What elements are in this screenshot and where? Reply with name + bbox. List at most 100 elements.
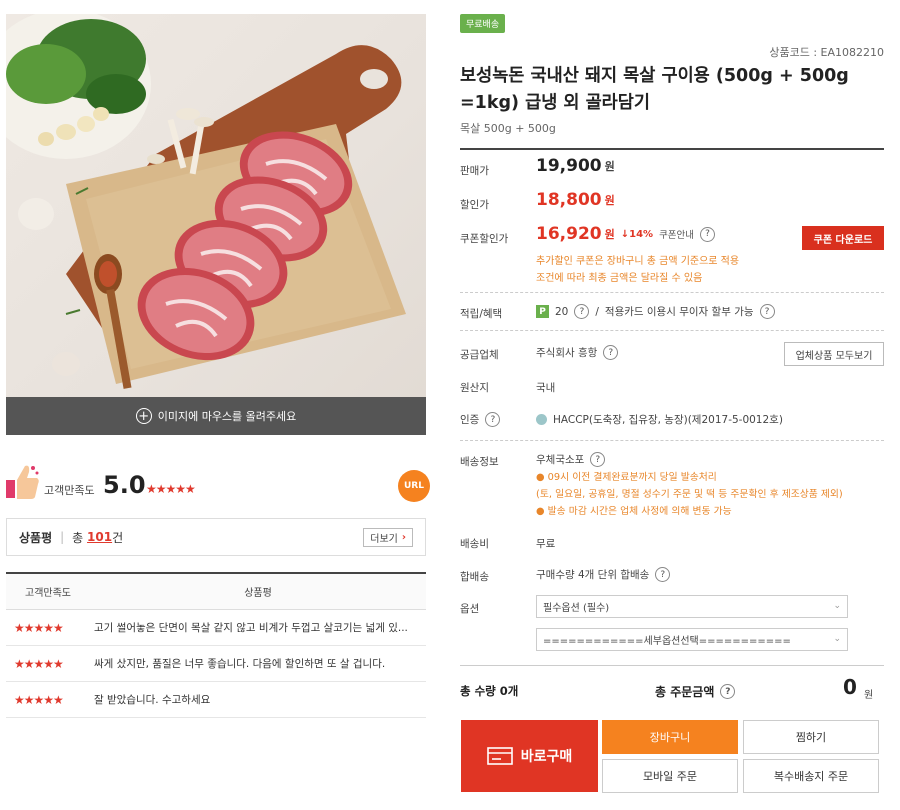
discount-price-label: 할인가 <box>460 199 489 211</box>
thumbs-up-icon <box>6 465 39 499</box>
mobile-order-button[interactable]: 모바일 주문 <box>602 759 738 793</box>
multi-address-order-button[interactable]: 복수배송지 주문 <box>743 759 879 793</box>
product-code: 상품코드 : EA1082210 <box>769 46 884 59</box>
row-stars: ★★★★★ <box>14 620 64 635</box>
help-icon[interactable]: ? <box>759 304 775 319</box>
help-icon[interactable]: ? <box>574 304 590 319</box>
review-more-button[interactable]: 더보기 › <box>363 528 413 547</box>
total-amount-unit: 원 <box>864 690 874 701</box>
coupon-guide: 쿠폰안내 <box>659 230 695 241</box>
row-stars: ★★★★★ <box>14 656 64 671</box>
coupon-note: 조건에 따라 최종 금액은 달라질 수 있음 <box>536 273 703 284</box>
sale-price-label: 판매가 <box>460 165 489 177</box>
review-count-suffix: 건 <box>112 530 124 545</box>
help-icon[interactable]: ? <box>590 452 606 467</box>
total-amount: 0 <box>843 675 857 699</box>
origin-label: 원산지 <box>460 382 489 394</box>
image-hover-hint: + 이미지에 마우스를 올려주세요 <box>6 397 426 435</box>
review-table: 고객만족도 상품평 ★★★★★ 고기 썰어놓은 단면이 목살 같지 않고 비계가… <box>6 572 426 718</box>
col-satisfaction: 고객만족도 <box>25 588 71 599</box>
shipping-note: ● 발송 마감 시간은 업체 사정에 의해 변동 가능 <box>536 506 732 517</box>
coupon-price-unit: 원 <box>604 228 615 241</box>
satisfaction-stars: ★★★★★ <box>146 482 196 496</box>
col-review: 상품평 <box>244 588 272 599</box>
cart-button[interactable]: 장바구니 <box>602 720 738 754</box>
options-label: 옵션 <box>460 603 480 615</box>
table-row[interactable]: ★★★★★ 싸게 샀지만, 품질은 너무 좋습니다. 다음에 할인하면 또 살 … <box>6 646 426 682</box>
cert-label: 인증 <box>460 414 480 426</box>
table-row[interactable]: ★★★★★ 고기 썰어놓은 단면이 목살 같지 않고 비계가 두껍고 살코기는 … <box>6 610 426 646</box>
row-stars: ★★★★★ <box>14 692 64 707</box>
divider <box>460 292 884 293</box>
shipping-label: 배송정보 <box>460 456 499 468</box>
bundle-label: 합배송 <box>460 571 489 583</box>
points-sep: / <box>595 305 599 318</box>
help-icon[interactable]: ? <box>655 567 671 582</box>
divider <box>460 440 884 441</box>
cert-value: HACCP(도축장, 집유장, 농장)(제2017-5-0012호) <box>553 414 783 426</box>
total-amount-label-wrap: 총 주문금액 ? <box>655 683 736 700</box>
chevron-down-icon: ⌄ <box>833 634 841 644</box>
shipping-fee-label: 배송비 <box>460 538 489 550</box>
discount-price: 18,800 <box>536 190 602 210</box>
origin-value: 국내 <box>536 382 556 394</box>
total-qty-label: 총 수량 <box>460 684 496 698</box>
haccp-icon <box>536 414 547 425</box>
shipping-value: 우체국소포 <box>536 454 585 466</box>
review-table-header: 고객만족도 상품평 <box>6 574 426 610</box>
satisfaction-summary: 고객만족도 5.0 ★★★★★ URL <box>6 460 430 510</box>
select-value: ============세부옵션선택=========== <box>543 636 791 647</box>
review-total-prefix: 총 <box>72 530 84 545</box>
coupon-note: 추가할인 쿠폰은 장바구니 총 금액 기준으로 적용 <box>536 256 740 267</box>
points-icon: P <box>536 305 549 318</box>
supplier-name: 주식회사 흥항 <box>536 347 598 359</box>
vendor-products-button[interactable]: 업체상품 모두보기 <box>784 342 884 366</box>
row-text[interactable]: 싸게 샀지만, 품질은 너무 좋습니다. 다음에 할인하면 또 살 겁니다. <box>94 656 426 671</box>
points-label: 적립/혜택 <box>460 308 503 320</box>
points-value: 20 <box>555 305 569 318</box>
buy-now-label: 바로구매 <box>520 749 573 765</box>
more-label: 더보기 <box>370 534 398 545</box>
chevron-down-icon: ⌄ <box>833 601 841 611</box>
shipping-notes: ● 09시 이전 결제완료분까지 당일 발송처리 (토, 일요일, 공휴일, 명… <box>536 469 843 520</box>
coupon-rate: ↓14% <box>620 228 654 240</box>
divider <box>460 330 884 331</box>
table-row[interactable]: ★★★★★ 잘 받았습니다. 수고하세요 <box>6 682 426 718</box>
satisfaction-label: 고객만족도 <box>44 484 95 497</box>
divider <box>460 665 884 666</box>
shipping-note: (토, 일요일, 공휴일, 명절 성수기 주문 및 떡 등 주문확인 후 제조상… <box>536 489 843 500</box>
row-text[interactable]: 잘 받았습니다. 수고하세요 <box>94 692 426 707</box>
review-count: 101 <box>87 530 113 544</box>
hover-hint-text: 이미지에 마우스를 올려주세요 <box>157 410 297 423</box>
help-icon[interactable]: ? <box>603 345 619 360</box>
plus-circle-icon: + <box>135 408 152 424</box>
buy-now-button[interactable]: 바로구매 <box>461 720 598 792</box>
total-quantity: 총 수량 0개 <box>460 683 518 699</box>
sale-price: 19,900 <box>536 156 602 176</box>
required-option-select[interactable]: 필수옵션 (필수) ⌄ <box>536 595 848 618</box>
shipping-fee-value: 무료 <box>536 538 556 550</box>
select-value: 필수옵션 (필수) <box>543 603 610 614</box>
detail-option-select[interactable]: ============세부옵션선택=========== ⌄ <box>536 628 848 651</box>
help-icon[interactable]: ? <box>700 226 716 242</box>
product-image[interactable] <box>6 14 426 397</box>
coupon-download-button[interactable]: 쿠폰 다운로드 <box>802 226 884 250</box>
sale-price-unit: 원 <box>604 160 615 173</box>
row-text[interactable]: 고기 썰어놓은 단면이 목살 같지 않고 비계가 두껍고 살코기는 넓게 있..… <box>94 620 426 635</box>
total-amount-label: 총 주문금액 <box>655 685 715 699</box>
supplier-label: 공급업체 <box>460 349 499 361</box>
total-qty-value: 0개 <box>499 684 519 698</box>
wish-button[interactable]: 찜하기 <box>743 720 879 754</box>
cert-label-wrap: 인증 ? <box>460 412 501 427</box>
divider <box>460 148 884 150</box>
coupon-price: 16,920 <box>536 224 602 244</box>
product-subtitle: 목살 500g + 500g <box>460 122 556 135</box>
coupon-notes: 추가할인 쿠폰은 장바구니 총 금액 기준으로 적용 조건에 따라 최종 금액은… <box>536 253 739 287</box>
product-title: 보성녹돈 국내산 돼지 목살 구이용 (500g + 500g =1kg) 급냉… <box>460 66 849 113</box>
help-icon[interactable]: ? <box>485 412 501 427</box>
bundle-value: 구매수량 4개 단위 합배송 <box>536 569 650 581</box>
divider: | <box>60 530 65 544</box>
card-icon <box>486 747 513 765</box>
url-share-button[interactable]: URL <box>398 470 430 502</box>
help-icon[interactable]: ? <box>720 684 736 699</box>
